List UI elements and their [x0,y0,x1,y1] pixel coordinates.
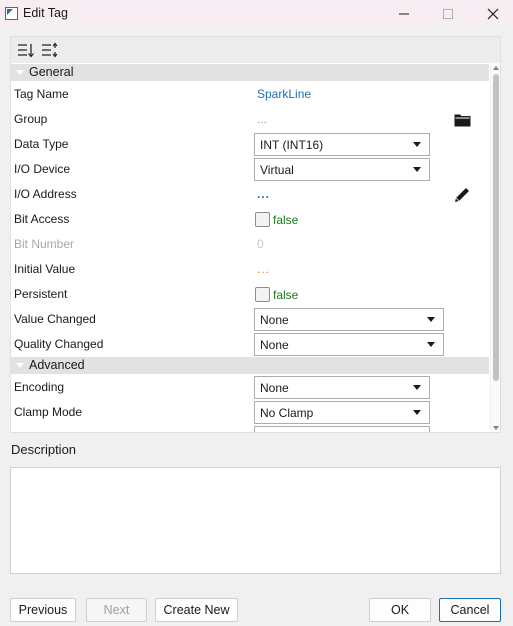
value-changed-dropdown[interactable]: None [254,308,444,331]
dropdown-value: None [260,381,289,395]
data-type-dropdown[interactable]: INT (INT16) [254,133,430,156]
property-grid-scrollbar[interactable] [490,63,500,432]
minimize-icon [399,13,409,15]
property-row-value-changed[interactable]: Value Changed None [11,307,489,332]
bit-access-checkbox[interactable] [255,212,270,227]
maximize-button[interactable] [425,0,471,28]
property-row-io-address[interactable]: I/O Address ... [11,182,489,207]
chevron-down-icon [427,317,435,322]
sort-categorized-icon [18,44,34,58]
dropdown-value: Virtual [260,163,294,177]
collapse-triangle-icon[interactable] [16,70,24,75]
window-title: Edit Tag [23,6,68,20]
property-row-partial [11,425,489,432]
property-label: Tag Name [14,87,69,101]
category-advanced[interactable]: Advanced [11,357,489,374]
description-textarea[interactable] [10,467,501,574]
maximize-icon [443,9,453,19]
io-address-value[interactable]: ... [257,187,270,201]
bit-access-value: false [273,213,299,227]
property-label: Persistent [14,287,68,301]
category-general[interactable]: General [11,64,489,81]
property-label: Clamp Mode [14,405,83,419]
scroll-up-icon[interactable] [493,66,499,70]
encoding-dropdown[interactable]: None [254,376,430,399]
initial-value-value[interactable]: ... [257,262,270,276]
chevron-down-icon [413,385,421,390]
property-row-initial-value[interactable]: Initial Value ... [11,257,489,282]
property-label: Bit Number [14,237,75,251]
property-label: Group [14,112,48,126]
next-button: Next [86,598,147,622]
property-row-persistent[interactable]: Persistent false [11,282,489,307]
io-device-dropdown[interactable]: Virtual [254,158,430,181]
bit-number-value: 0 [257,237,264,251]
description-label: Description [11,442,77,457]
dropdown-value: INT (INT16) [260,138,324,152]
create-new-button[interactable]: Create New [155,598,238,622]
property-row-tag-name[interactable]: Tag Name SparkLine [11,82,489,107]
dropdown-value: No Clamp [260,406,314,420]
sort-categorized-button[interactable] [16,41,36,59]
group-value[interactable]: ... [257,112,267,126]
pencil-icon[interactable] [453,186,471,204]
property-row-clamp-mode[interactable]: Clamp Mode No Clamp [11,400,489,425]
chevron-down-icon [413,167,421,172]
previous-button[interactable]: Previous [10,598,76,622]
property-label: I/O Address [14,187,77,201]
property-label: Encoding [14,380,65,394]
chevron-down-icon [427,342,435,347]
minimize-button[interactable] [381,0,427,28]
property-label: Initial Value [14,262,76,276]
persistent-value: false [273,288,299,302]
close-button[interactable] [470,0,513,28]
property-label: Value Changed [14,312,96,326]
collapse-triangle-icon[interactable] [16,363,24,368]
scrollbar-thumb[interactable] [493,74,499,381]
quality-changed-dropdown[interactable]: None [254,333,444,356]
property-row-io-device[interactable]: I/O Device Virtual [11,157,489,182]
dropdown-value: None [260,338,289,352]
property-row-group[interactable]: Group ... [11,107,489,132]
title-bar: Edit Tag [0,0,513,28]
property-grid-toolbar [11,37,500,63]
chevron-down-icon [413,142,421,147]
chevron-down-icon [413,410,421,415]
property-rows: General Tag Name SparkLine Group ... Dat… [11,63,489,432]
close-icon [487,8,499,20]
folder-icon[interactable] [454,113,471,127]
sort-alphabetical-icon [42,42,58,58]
property-row-encoding[interactable]: Encoding None [11,375,489,400]
category-label: General [29,65,74,79]
partial-dropdown[interactable] [254,426,430,432]
persistent-checkbox[interactable] [255,287,270,302]
property-row-bit-number: Bit Number 0 [11,232,489,257]
property-row-bit-access[interactable]: Bit Access false [11,207,489,232]
tag-edit-icon [5,7,18,20]
property-label: Data Type [14,137,69,151]
category-label: Advanced [29,358,85,372]
sort-alphabetical-button[interactable] [40,41,60,59]
clamp-mode-dropdown[interactable]: No Clamp [254,401,430,424]
property-grid: General Tag Name SparkLine Group ... Dat… [10,36,501,433]
property-row-data-type[interactable]: Data Type INT (INT16) [11,132,489,157]
dropdown-value: None [260,313,289,327]
property-row-quality-changed[interactable]: Quality Changed None [11,332,489,357]
ok-button[interactable]: OK [369,598,431,622]
property-label: Quality Changed [14,337,104,351]
property-label: I/O Device [14,162,71,176]
property-label: Bit Access [14,212,70,226]
cancel-button[interactable]: Cancel [439,598,501,622]
tag-name-value[interactable]: SparkLine [257,87,311,101]
scroll-down-icon[interactable] [493,426,499,430]
